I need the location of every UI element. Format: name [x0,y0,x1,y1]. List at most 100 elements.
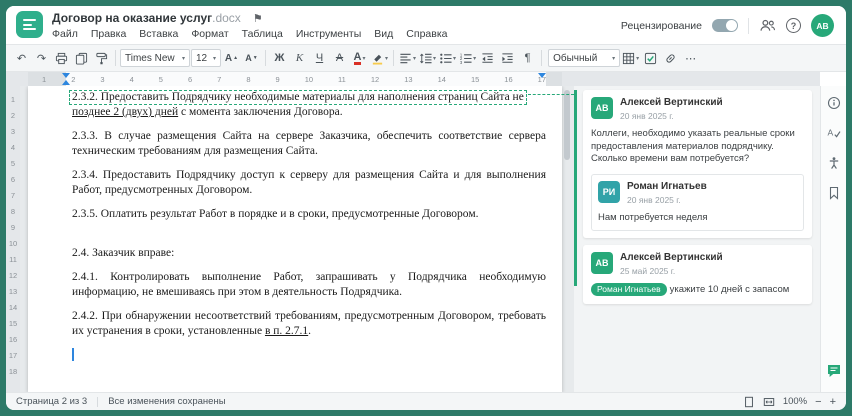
comment-text: Роман Игнатьев укажите 10 дней с запасом [591,283,804,297]
right-indent-marker[interactable] [538,73,546,78]
header: Договор на оказание услуг .docx ⚑ Файл Пр… [6,6,846,44]
text-run: 2.4. Заказчик вправе: [72,247,175,259]
vertical-scrollbar[interactable] [564,88,570,390]
ruler-numbers: 1 2 3 4 5 6 7 8 9 10 11 12 13 14 15 16 17 [42,74,546,84]
hanging-indent-marker[interactable] [62,80,70,85]
comment-card[interactable]: АВ Алексей Вертинский 20 янв 2025 г. Кол… [583,90,812,238]
table-button[interactable]: ▾ [621,48,640,68]
copy-icon [75,52,88,65]
link-button[interactable] [661,48,680,68]
desktop-background: Договор на оказание услуг .docx ⚑ Файл Пр… [0,0,852,416]
right-sidebar: А [820,86,846,392]
vertical-ruler[interactable]: 1 2 3 4 5 6 7 8 9 10 11 12 13 14 15 16 17 18 [6,86,20,392]
font-color-button[interactable]: А ▾ [350,48,369,68]
text-run: 2.3.5. Оплатить результат Работ в порядк… [72,208,479,220]
format-painter-button[interactable] [92,48,111,68]
paragraph: 2.4.1. Контролировать выполнение Работ, … [72,270,546,300]
menu-item[interactable]: Таблица [242,28,283,40]
redo-button[interactable]: ↷ [32,48,51,68]
font-decrease-button[interactable]: А ▼ [242,48,261,68]
underline-button[interactable]: Ч [310,48,329,68]
status-bar: Страница 2 из 3 Все изменения сохранены … [6,392,846,410]
checkbox-button[interactable] [641,48,660,68]
text-run: 2.3.3. В случае размещения Сайта на серв… [72,130,546,157]
document-text[interactable]: 2.3.2. Предоставить Подрядчику необходим… [69,90,546,361]
zoom-in-button[interactable]: + [830,396,836,407]
document-page[interactable]: 2.3.2. Предоставить Подрядчику необходим… [28,86,562,392]
menu-item[interactable]: Вид [374,28,393,40]
horizontal-ruler[interactable]: 1 2 3 4 5 6 7 8 9 10 11 12 13 14 15 16 17 [6,72,820,86]
chevron-down-icon: ▾ [385,55,389,62]
highlight-icon [371,52,384,65]
copy-button[interactable] [72,48,91,68]
italic-icon: К [295,52,304,64]
outdent-button[interactable] [478,48,497,68]
comment-anchored-text[interactable]: 2.3.2. Предоставить Подрядчику необходим… [69,90,527,105]
menu-item[interactable]: Файл [52,28,78,40]
print-button[interactable] [52,48,71,68]
flag-icon[interactable]: ⚑ [253,12,263,25]
font-increase-button[interactable]: А ▲ [222,48,241,68]
header-right: Рецензирование ? АВ [621,14,834,37]
table-icon [622,52,635,65]
menu-item[interactable]: Инструменты [296,28,361,40]
zoom-out-button[interactable]: − [815,396,821,407]
more-button[interactable]: ⋯ [681,48,700,68]
chat-button[interactable] [826,363,842,382]
link-icon [664,52,677,65]
comment-reply[interactable]: РИ Роман Игнатьев 20 янв 2025 г. Нам пот… [591,173,804,231]
chevron-down-icon: ▾ [181,55,185,62]
text-cursor [72,348,74,361]
menu-item[interactable]: Вставка [139,28,178,40]
bold-icon: Ж [274,52,285,64]
line-spacing-button[interactable]: ▾ [418,48,437,68]
first-line-indent-marker[interactable] [62,73,70,78]
info-button[interactable] [827,96,841,113]
paragraph-style-select[interactable]: Обычный ▾ [548,49,621,67]
user-avatar[interactable]: АВ [811,14,834,37]
pilcrow-button[interactable]: ¶ [518,48,537,68]
menu-item[interactable]: Правка [91,28,126,40]
font-family-select[interactable]: Times New ▾ [120,49,190,67]
menu-item[interactable]: Формат [191,28,228,40]
menu-item[interactable]: Справка [406,28,447,40]
fit-page-icon[interactable] [743,396,755,408]
spellcheck-button[interactable]: А [827,126,841,143]
users-icon[interactable] [759,17,776,34]
comment-date: 20 янв 2025 г. [620,111,674,121]
bookmark-button[interactable] [827,186,841,203]
accessibility-button[interactable] [827,156,841,173]
numbered-list-button[interactable]: 1 2 3 ▾ [458,48,477,68]
align-button[interactable]: ▾ [398,48,417,68]
app-window: Договор на оказание услуг .docx ⚑ Файл Пр… [6,6,846,410]
fit-width-icon[interactable] [763,396,775,408]
scrollbar-thumb[interactable] [564,90,570,160]
chevron-down-icon: ▾ [212,55,216,62]
strike-button[interactable]: А [330,48,349,68]
text-run: 2.3.4. Предоставить Подрядчику доступ к … [72,169,546,196]
page-indicator[interactable]: Страница 2 из 3 [16,396,87,407]
font-increase-icon: А ▲ [224,52,239,64]
mention-chip[interactable]: Роман Игнатьев [591,283,667,296]
font-size-select[interactable]: 12 ▾ [191,49,221,67]
undo-icon: ↶ [16,52,27,65]
highlight-button[interactable]: ▾ [370,48,389,68]
print-icon [55,52,68,65]
bold-button[interactable]: Ж [270,48,289,68]
menu-bar: Файл Правка Вставка Формат Таблица Инструмент… [52,28,448,40]
app-logo-button[interactable] [16,11,43,38]
undo-button[interactable]: ↶ [12,48,31,68]
font-decrease-icon: А ▼ [245,53,258,63]
bullet-list-icon [439,52,452,65]
italic-button[interactable]: К [290,48,309,68]
chevron-down-icon: ▾ [362,55,366,62]
line-spacing-icon [419,52,432,65]
underline-icon: Ч [315,52,324,64]
inserted-text: в п. 2.7.1 [264,325,309,337]
review-toggle[interactable] [712,19,738,32]
comment-card[interactable]: АВ Алексей Вертинский 25 май 2025 г. Ром… [583,245,812,304]
bullet-list-button[interactable]: ▾ [438,48,457,68]
help-icon[interactable]: ? [786,18,801,33]
indent-button[interactable] [498,48,517,68]
zoom-value[interactable]: 100% [783,396,807,407]
